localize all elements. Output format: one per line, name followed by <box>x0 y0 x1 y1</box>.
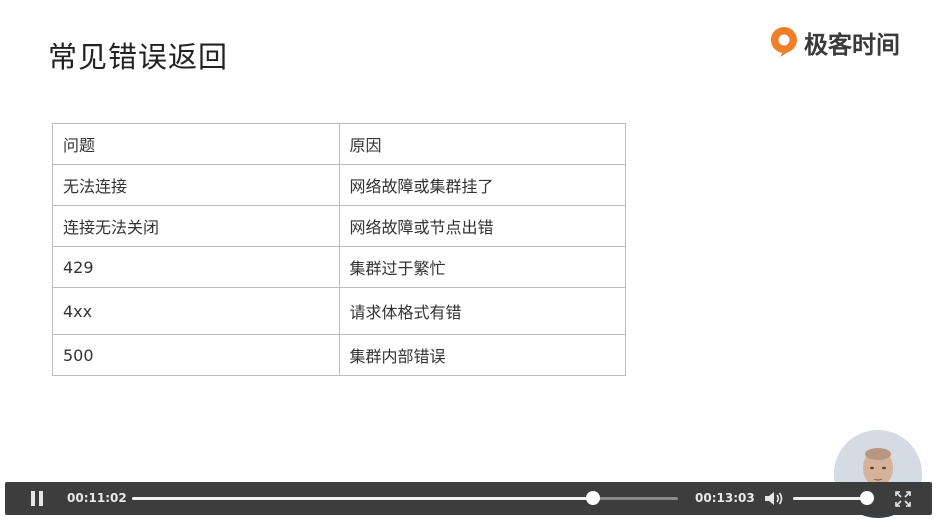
volume-fill <box>793 497 867 500</box>
fullscreen-icon[interactable] <box>894 490 912 508</box>
table-cell: 429 <box>52 246 340 288</box>
progress-handle[interactable] <box>586 491 601 505</box>
pause-button[interactable] <box>31 491 43 506</box>
table-cell: 4xx <box>52 287 340 335</box>
volume-slider[interactable] <box>793 491 874 505</box>
table-row: 连接无法关闭 网络故障或节点出错 <box>52 205 626 247</box>
pause-icon-bar <box>39 491 43 506</box>
table-header-cell: 原因 <box>338 123 626 165</box>
progress-slider[interactable] <box>132 491 678 505</box>
table-row: 无法连接 网络故障或集群挂了 <box>52 164 626 206</box>
volume-handle[interactable] <box>859 491 874 505</box>
table-cell: 无法连接 <box>52 164 340 206</box>
brand-logo-icon <box>771 27 797 57</box>
table-cell: 网络故障或集群挂了 <box>338 164 626 206</box>
progress-fill <box>132 497 594 500</box>
table-cell: 请求体格式有错 <box>338 287 626 335</box>
volume-icon[interactable] <box>764 490 784 507</box>
table-row: 4xx 请求体格式有错 <box>52 287 626 335</box>
slide-title: 常见错误返回 <box>48 40 229 74</box>
table-row: 500 集群内部错误 <box>52 334 626 376</box>
video-player-controls: 00:11:02 00:13:03 <box>5 482 932 515</box>
table-cell: 500 <box>52 334 340 376</box>
table-cell: 集群过于繁忙 <box>338 246 626 288</box>
table-header-row: 问题 原因 <box>52 123 626 165</box>
total-time: 00:13:03 <box>695 491 755 505</box>
table-cell: 连接无法关闭 <box>52 205 340 247</box>
brand-name: 极客时间 <box>804 30 900 59</box>
table-header-cell: 问题 <box>52 123 340 165</box>
table-cell: 集群内部错误 <box>338 334 626 376</box>
pause-icon <box>31 491 35 506</box>
video-frame: 常见错误返回 极客时间 问题 原因 无法连接 网络故障或集群挂了 连接无法关闭 … <box>0 0 938 527</box>
error-table: 问题 原因 无法连接 网络故障或集群挂了 连接无法关闭 网络故障或节点出错 42… <box>52 123 626 376</box>
table-row: 429 集群过于繁忙 <box>52 246 626 288</box>
current-time: 00:11:02 <box>67 491 127 505</box>
brand-logo: 极客时间 <box>770 24 900 60</box>
table-cell: 网络故障或节点出错 <box>338 205 626 247</box>
